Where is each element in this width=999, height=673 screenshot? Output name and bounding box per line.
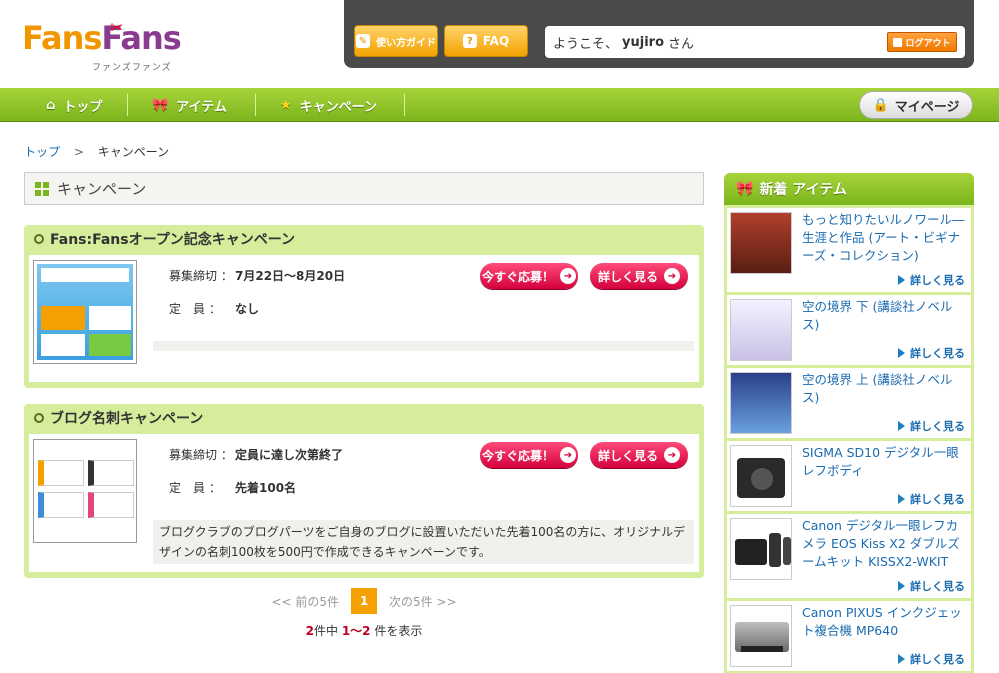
campaign-card: Fans:Fansオープン記念キャンペーン 募集締切 ： 7月22日〜8月20日 … (24, 225, 704, 388)
sidebar-header: 🎀 新着 アイテム (724, 173, 974, 205)
more-link[interactable]: 詳しく見る (898, 651, 965, 667)
campaign-title[interactable]: Fans:Fansオープン記念キャンペーン (24, 225, 704, 253)
arrow-right-icon: ➔ (664, 447, 680, 463)
item-thumbnail[interactable] (730, 212, 792, 274)
item-thumbnail[interactable] (730, 372, 792, 434)
fansfans-logo[interactable]: FansFans ✂ ファンズファンズ (22, 18, 182, 74)
welcome-box: ようこそ、 yujiro さん ログアウト (545, 26, 965, 58)
item-thumbnail[interactable] (730, 605, 792, 667)
nav-divider (127, 94, 128, 116)
mypage-button[interactable]: 🔒 マイページ (859, 91, 973, 119)
arrow-right-icon: ➔ (560, 447, 576, 463)
campaign-description: ブログクラブのブログパーツをご自身のブログに設置いただいた先着100名の方に、オ… (153, 520, 694, 564)
nav-divider (404, 94, 405, 116)
nav-top[interactable]: ⌂ トップ (46, 88, 102, 122)
next-page-link[interactable]: 次の5件 >> (389, 593, 457, 610)
ribbon-icon: ✂ (110, 18, 124, 37)
breadcrumb-current: キャンペーン (97, 145, 170, 159)
pencil-icon: ✎ (356, 34, 370, 48)
faq-button[interactable]: ? FAQ (444, 25, 528, 57)
triangle-right-icon (898, 275, 905, 285)
arrow-right-icon: ➔ (560, 268, 576, 284)
current-page[interactable]: 1 (351, 588, 377, 614)
triangle-right-icon (898, 348, 905, 358)
logo-subtitle: ファンズファンズ (92, 63, 172, 73)
new-items-sidebar: 🎀 新着 アイテム もっと知りたいルノワール―生涯と作品 (アート・ビギナーズ・… (724, 173, 974, 673)
nav-items[interactable]: 🎀 アイテム (152, 88, 227, 122)
sidebar-item[interactable]: Canon PIXUS インクジェット複合機 MP640 詳しく見る (727, 601, 971, 671)
logout-button[interactable]: ログアウト (887, 32, 957, 52)
quota-row: 定 員 ：なし (169, 302, 260, 316)
campaign-body: 募集締切 ： 7月22日〜8月20日 定 員 ：なし 今すぐ応募！ ➔ 詳しく見る… (29, 255, 699, 382)
question-icon: ? (462, 34, 477, 48)
nav-divider (255, 94, 256, 116)
apply-now-button[interactable]: 今すぐ応募！ ➔ (480, 263, 578, 289)
grid-icon (35, 181, 49, 196)
user-topbar: ✎ 使い方ガイド ? FAQ ようこそ、 yujiro さん ログアウト (344, 0, 974, 68)
more-link[interactable]: 詳しく見る (898, 418, 965, 434)
sidebar-item[interactable]: Canon デジタル一眼レフカメラ EOS Kiss X2 ダブルズームキット … (727, 514, 971, 598)
quota-row: 定 員 ：先着100名 (169, 481, 297, 495)
campaign-banner-image[interactable] (33, 260, 137, 364)
more-link[interactable]: 詳しく見る (898, 272, 965, 288)
breadcrumb-home-link[interactable]: トップ (24, 145, 60, 159)
home-icon: ⌂ (46, 97, 56, 113)
lock-icon: 🔒 (872, 97, 889, 113)
deadline-row: 募集締切 ：定員に達し次第終了 (169, 448, 344, 462)
details-button[interactable]: 詳しく見る ➔ (590, 263, 688, 289)
ribbon-icon: 🎀 (736, 181, 754, 197)
arrow-right-icon: ➔ (664, 268, 680, 284)
sidebar-item[interactable]: もっと知りたいルノワール―生涯と作品 (アート・ビギナーズ・コレクション) 詳し… (727, 208, 971, 292)
campaign-description (153, 341, 694, 351)
page-title: キャンペーン (24, 172, 704, 205)
sidebar-item[interactable]: 空の境界 下 (講談社ノベルス) 詳しく見る (727, 295, 971, 365)
logout-icon (893, 37, 903, 47)
result-count: 2件中 1〜2 件を表示 (305, 624, 423, 638)
deadline-row: 募集締切 ： 7月22日〜8月20日 (169, 269, 346, 283)
username: yujiro (622, 34, 664, 50)
guide-button[interactable]: ✎ 使い方ガイド (354, 25, 438, 57)
ribbon-icon: 🎀 (152, 97, 169, 113)
triangle-right-icon (898, 654, 905, 664)
campaign-body: 募集締切 ：定員に達し次第終了 定 員 ：先着100名 今すぐ応募！ ➔ 詳しく… (29, 434, 699, 572)
campaign-card: ブログ名刺キャンペーン 募集締切 ：定員に達し次第終了 定 員 ：先着100名 … (24, 404, 704, 578)
apply-now-button[interactable]: 今すぐ応募！ ➔ (480, 442, 578, 468)
campaign-title[interactable]: ブログ名刺キャンペーン (24, 404, 704, 432)
item-thumbnail[interactable] (730, 445, 792, 507)
star-icon: ★ (280, 97, 292, 113)
item-thumbnail[interactable] (730, 518, 792, 580)
nav-campaign[interactable]: ★ キャンペーン (280, 88, 377, 122)
more-link[interactable]: 詳しく見る (898, 345, 965, 361)
ring-icon (34, 413, 44, 423)
triangle-right-icon (898, 421, 905, 431)
breadcrumb: トップ > キャンペーン (24, 145, 170, 159)
more-link[interactable]: 詳しく見る (898, 491, 965, 507)
more-link[interactable]: 詳しく見る (898, 578, 965, 594)
sidebar-item[interactable]: 空の境界 上 (講談社ノベルス) 詳しく見る (727, 368, 971, 438)
pagination: << 前の5件 1 次の5件 >> (24, 588, 704, 614)
triangle-right-icon (898, 494, 905, 504)
business-card-image[interactable] (33, 439, 137, 543)
ring-icon (34, 234, 44, 244)
main-nav: ⌂ トップ 🎀 アイテム ★ キャンペーン 🔒 マイページ (0, 88, 999, 122)
prev-page-link[interactable]: << 前の5件 (271, 593, 339, 610)
details-button[interactable]: 詳しく見る ➔ (590, 442, 688, 468)
triangle-right-icon (898, 581, 905, 591)
item-thumbnail[interactable] (730, 299, 792, 361)
site-header: FansFans ✂ ファンズファンズ ✎ 使い方ガイド ? FAQ ようこそ、… (0, 0, 999, 88)
sidebar-item[interactable]: SIGMA SD10 デジタル一眼レフボディ 詳しく見る (727, 441, 971, 511)
